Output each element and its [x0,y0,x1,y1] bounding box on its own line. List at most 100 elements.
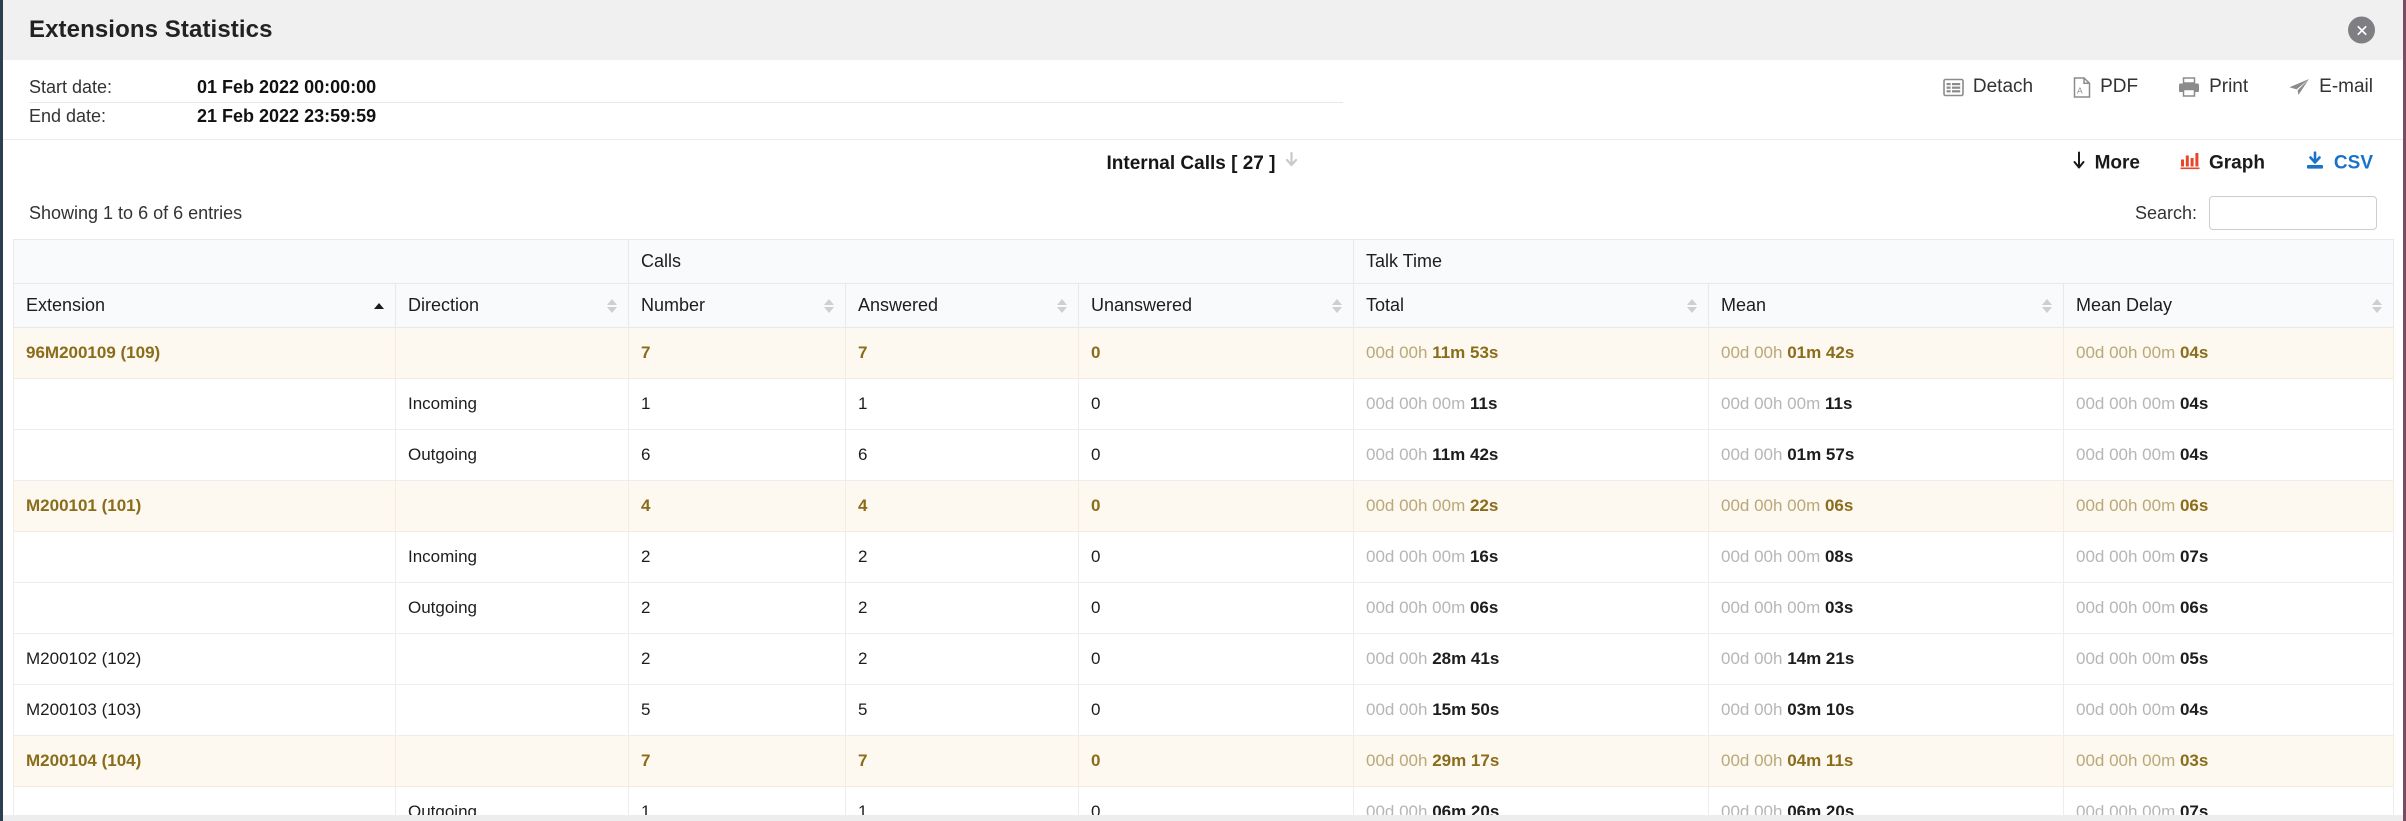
time-value: 11m 53s [1432,343,1499,362]
cell-mean: 00d 00h 14m 21s [1708,633,2064,685]
cell-number: 7 [628,327,846,379]
pdf-file-icon: A [2073,76,2091,98]
search-input[interactable] [2209,196,2377,230]
cell-mean-delay: 00d 00h 00m 06s [2062,480,2395,532]
cell-answered: 7 [845,327,1079,379]
table-row[interactable]: M200103 (103) 5 5 0 00d 00h 15m 50s 00d 00h 0… [13,684,2395,736]
graph-button[interactable]: Graph [2180,152,2265,176]
cell-total: 00d 00h 00m 11s [1353,378,1709,430]
cell-unanswered: 0 [1078,327,1354,379]
cell-total: 00d 00h 00m 16s [1353,531,1709,583]
table-row-detail[interactable]: Outgoing 6 6 0 00d 00h 11m 42s 00d 00h 01m 57… [13,429,2395,481]
page-title: Extensions Statistics [29,16,273,43]
cell-number: 2 [628,633,846,685]
time-prefix: 00d 00h 00m [1366,496,1470,515]
column-label: Total [1366,295,1405,315]
more-button[interactable]: More [2072,151,2140,176]
sort-icon [1332,298,1342,313]
cell-unanswered: 0 [1078,531,1354,583]
cell-mean: 00d 00h 01m 42s [1708,327,2064,379]
time-value: 06s [2179,496,2209,515]
table-row[interactable]: M200102 (102) 2 2 0 00d 00h 28m 41s 00d 00h 1… [13,633,2395,685]
arrow-down-more-icon [2072,151,2086,176]
sort-icon [824,298,834,313]
graph-label: Graph [2208,152,2265,174]
print-button[interactable]: Print [2178,76,2248,98]
printer-icon [2178,77,2200,97]
column-label: Extension [26,295,106,315]
cell-mean: 00d 00h 01m 57s [1708,429,2064,481]
email-button[interactable]: E-mail [2288,76,2373,98]
end-date-value: 21 Feb 2022 23:59:59 [197,106,377,126]
time-value: 06s [1824,496,1854,515]
pdf-button[interactable]: A PDF [2073,76,2138,98]
time-value: 01m 57s [1787,445,1855,464]
table-row[interactable]: 96M200109 (109) 7 7 0 00d 00h 11m 53s 00d 00h… [13,327,2395,379]
cell-mean: 00d 00h 00m 03s [1708,582,2064,634]
column-header-extension[interactable]: Extension [13,283,396,328]
time-value: 22s [1469,496,1499,515]
table-row[interactable]: M200104 (104) 7 7 0 00d 00h 29m 17s 00d 00h 0… [13,735,2395,787]
time-value: 04m 11s [1787,751,1854,770]
statistics-table-wrap: Calls Talk Time Extension Direction Numb… [3,239,2403,821]
svg-text:A: A [2077,85,2083,95]
column-header-mean-delay[interactable]: Mean Delay [2062,283,2395,328]
column-label: Unanswered [1091,295,1193,315]
group-header-talk-time: Talk Time [1352,239,2395,284]
csv-button[interactable]: CSV [2305,150,2373,176]
time-value: 08s [1824,547,1854,566]
table-row[interactable]: M200101 (101) 4 4 0 00d 00h 00m 22s 00d 00h 0… [13,480,2395,532]
table-row-detail[interactable]: Incoming 2 2 0 00d 00h 00m 16s 00d 00h 00m 08… [13,531,2395,583]
table-row-detail[interactable]: Outgoing 2 2 0 00d 00h 00m 06s 00d 00h 00m 03… [13,582,2395,634]
search-area: Search: [2135,196,2377,230]
column-header-number[interactable]: Number [628,283,846,328]
column-label: Mean [1721,295,1767,315]
cell-unanswered: 0 [1078,480,1354,532]
time-prefix: 00d 00h 00m [1721,394,1825,413]
column-header-answered[interactable]: Answered [845,283,1079,328]
detach-window-icon [1943,78,1964,97]
cell-extension [13,582,396,634]
column-header-unanswered[interactable]: Unanswered [1078,283,1354,328]
cell-mean-delay: 00d 00h 00m 04s [2062,429,2395,481]
time-prefix: 00d 00h [1366,445,1433,464]
cell-answered: 2 [845,531,1079,583]
cell-mean-delay: 00d 00h 00m 04s [2062,327,2395,379]
time-prefix: 00d 00h 00m [2076,649,2180,668]
close-icon[interactable] [2348,16,2375,44]
sort-asc-icon [374,302,384,309]
more-label: More [2094,152,2140,174]
cell-unanswered: 0 [1078,633,1354,685]
cell-direction: Outgoing [395,429,629,481]
start-date-label: Start date: [29,77,113,97]
cell-mean: 00d 00h 04m 11s [1708,735,2064,787]
column-label: Mean Delay [2076,295,2173,315]
cell-total: 00d 00h 00m 06s [1353,582,1709,634]
cell-direction [395,633,629,685]
detach-button[interactable]: Detach [1943,76,2033,98]
end-date-line: End date: 21 Feb 2022 23:59:59 [29,103,1343,129]
start-date-value: 01 Feb 2022 00:00:00 [197,77,377,97]
print-label: Print [2209,76,2249,97]
internal-calls-section-toggle[interactable]: Internal Calls [ 27 ] [1106,151,1300,175]
column-header-mean[interactable]: Mean [1708,283,2064,328]
column-header-direction[interactable]: Direction [395,283,629,328]
cell-total: 00d 00h 15m 50s [1353,684,1709,736]
column-header-total[interactable]: Total [1353,283,1709,328]
cell-number: 2 [628,531,846,583]
extensions-statistics-table: Calls Talk Time Extension Direction Numb… [13,239,2395,821]
cell-mean-delay: 00d 00h 00m 07s [2062,531,2395,583]
cell-total: 00d 00h 28m 41s [1353,633,1709,685]
cell-total: 00d 00h 00m 22s [1353,480,1709,532]
cell-unanswered: 0 [1078,429,1354,481]
table-body: 96M200109 (109) 7 7 0 00d 00h 11m 53s 00d 00h… [13,327,2395,821]
cell-mean-delay: 00d 00h 00m 06s [2062,582,2395,634]
table-row-detail[interactable]: Incoming 1 1 0 00d 00h 00m 11s 00d 00h 00m 11… [13,378,2395,430]
time-prefix: 00d 00h 00m [1366,598,1470,617]
cell-extension: 96M200109 (109) [13,327,396,379]
cell-mean: 00d 00h 00m 08s [1708,531,2064,583]
cell-number: 2 [628,582,846,634]
time-prefix: 00d 00h 00m [2076,547,2180,566]
time-prefix: 00d 00h 00m [2076,394,2180,413]
section-title-label: Internal Calls [ 27 ] [1106,152,1276,174]
